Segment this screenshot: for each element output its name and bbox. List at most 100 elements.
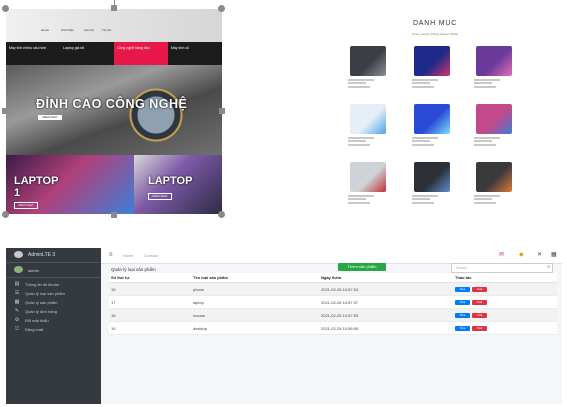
laptop-banner-button[interactable]: XEM NGAY xyxy=(148,193,172,200)
search-input[interactable]: Search ⌕ xyxy=(451,263,553,273)
sidebar-brand[interactable]: AdminLTE 3 xyxy=(6,248,101,263)
product-image[interactable] xyxy=(476,162,512,192)
product-image[interactable] xyxy=(350,162,386,192)
sidebar-item-categories[interactable]: ☰ Quản lý loại sản phẩm xyxy=(10,290,100,298)
laptop-banner-button[interactable]: XEM NGAY xyxy=(14,202,38,209)
sidebar-item-products[interactable]: ▦ Quản lý sản phẩm xyxy=(10,299,100,307)
laptop-banner-title: LAPTOP xyxy=(148,175,193,187)
row-date: 2021-02-28 10:58:06 xyxy=(319,321,453,335)
edit-button[interactable]: Sửa xyxy=(455,326,470,331)
sidebar-item-label: Thông tin tài khoản xyxy=(25,282,60,287)
nav-link-contact[interactable]: Contact xyxy=(144,253,158,258)
product-text-line xyxy=(348,198,366,200)
resize-handle[interactable] xyxy=(219,108,225,114)
bell-icon[interactable]: ◆ xyxy=(519,251,524,258)
product-card[interactable] xyxy=(464,104,524,152)
product-card[interactable] xyxy=(338,46,398,94)
column-header[interactable]: Tên loại sản phẩm xyxy=(191,273,319,283)
category-table: Số thứ tự Tên loại sản phẩm Ngày thêm Th… xyxy=(109,273,557,335)
search-icon[interactable]: ⌕ xyxy=(547,264,550,270)
site-nav-cell[interactable]: Laptop giá tốt xyxy=(60,42,114,65)
sidebar-item-logout[interactable]: ⎋ Đăng xuất xyxy=(10,326,100,334)
resize-handle[interactable] xyxy=(2,5,9,12)
product-card[interactable] xyxy=(338,104,398,152)
edit-button[interactable]: Sửa xyxy=(455,313,470,318)
delete-button[interactable]: Xoá xyxy=(472,287,487,292)
sidebar-user[interactable]: admin xyxy=(6,263,101,278)
nav-link-home[interactable]: Home xyxy=(123,253,134,258)
add-product-button[interactable]: Thêm sản phẩm xyxy=(338,263,386,271)
sidebar-item-change-password[interactable]: ⚙ Đổi mật khẩu xyxy=(10,317,100,325)
row-id: 18 xyxy=(109,308,191,322)
site-nav-cell[interactable]: Máy tính nhiều cấu hình xyxy=(6,42,60,65)
edit-button[interactable]: Sửa xyxy=(455,300,470,305)
row-name: desktop xyxy=(191,321,319,335)
hero-button[interactable]: XEM NGAY xyxy=(38,115,62,120)
site-menu-item[interactable]: Giới thiệu xyxy=(61,28,74,32)
product-text-line xyxy=(412,86,434,88)
product-text-line xyxy=(348,140,366,142)
product-card[interactable] xyxy=(402,162,462,210)
delete-button[interactable]: Xoá xyxy=(472,313,487,318)
resize-handle[interactable] xyxy=(218,5,225,12)
delete-button[interactable]: Xoá xyxy=(472,300,487,305)
avatar xyxy=(14,266,23,273)
product-image[interactable] xyxy=(414,104,450,134)
table-row: 15 phone 2021-02-28 10:57:24 Sửa Xoá xyxy=(109,282,557,296)
product-image[interactable] xyxy=(476,104,512,134)
admin-panel: AdminLTE 3 admin ▤ Thông tin tài khoản ☰… xyxy=(6,248,562,404)
product-image[interactable] xyxy=(350,104,386,134)
resize-handle[interactable] xyxy=(111,212,117,218)
rotate-handle[interactable] xyxy=(114,0,115,6)
product-image[interactable] xyxy=(414,162,450,192)
menu-toggle-icon[interactable]: ≡ xyxy=(109,252,113,258)
row-name: phone xyxy=(191,282,319,296)
laptop-banner-2: LAPTOP XEM NGAY xyxy=(134,155,222,214)
resize-handle[interactable] xyxy=(2,108,8,114)
site-header: Home Giới thiệu Liên hệ Tin tức xyxy=(6,9,222,42)
product-image[interactable] xyxy=(350,46,386,76)
website-screenshot: Home Giới thiệu Liên hệ Tin tức Máy tính… xyxy=(6,9,222,214)
product-image[interactable] xyxy=(476,46,512,76)
product-text-line xyxy=(474,137,500,139)
product-card[interactable] xyxy=(338,162,398,210)
product-card[interactable] xyxy=(464,162,524,210)
product-card[interactable] xyxy=(464,46,524,94)
page-title: Quản lý loại sản phẩm xyxy=(111,267,156,272)
grid-menu-icon[interactable]: ▦ xyxy=(551,251,557,258)
product-card[interactable] xyxy=(402,46,462,94)
top-navbar: ≡ Home Contact ✉ ◆ ✕ ▦ xyxy=(101,248,562,264)
sidebar-item-orders[interactable]: ✎ Quản lý đơn hàng xyxy=(10,308,100,316)
delete-button[interactable]: Xoá xyxy=(472,326,487,331)
row-actions: Sửa Xoá xyxy=(453,282,557,296)
site-menu-item[interactable]: Tin tức xyxy=(102,28,111,32)
flag-icon[interactable]: ✉ xyxy=(499,251,504,258)
gear-icon: ⚙ xyxy=(14,317,20,323)
product-image[interactable] xyxy=(414,46,450,76)
product-text-line xyxy=(412,195,438,197)
sidebar-item-account[interactable]: ▤ Thông tin tài khoản xyxy=(10,281,100,289)
table-row: 17 laptop 2021-02-28 10:57:37 Sửa Xoá xyxy=(109,295,557,309)
catalog-subnav[interactable]: Home Laptop Phone Mouse Tablet xyxy=(330,32,540,36)
grid-icon: ▦ xyxy=(14,299,20,305)
row-actions: Sửa Xoá xyxy=(453,308,557,322)
expand-icon[interactable]: ✕ xyxy=(537,251,542,258)
product-text-line xyxy=(474,140,492,142)
hero-title: ĐỈNH CAO CÔNG NGHỆ xyxy=(36,97,188,111)
product-text-line xyxy=(348,202,370,204)
product-card[interactable] xyxy=(402,104,462,152)
site-nav-cell[interactable]: Máy tính cũ xyxy=(168,42,222,65)
site-nav-cell[interactable]: Công nghệ hàng đầu xyxy=(114,42,168,65)
resize-handle[interactable] xyxy=(218,211,225,218)
column-header[interactable]: Ngày thêm xyxy=(319,273,453,283)
row-name: laptop xyxy=(191,295,319,309)
edit-button[interactable]: Sửa xyxy=(455,287,470,292)
id-card-icon: ▤ xyxy=(14,281,20,287)
resize-handle[interactable] xyxy=(2,211,9,218)
row-name: mouse xyxy=(191,308,319,322)
product-text-line xyxy=(412,79,438,81)
column-header[interactable]: Số thứ tự xyxy=(109,273,191,283)
site-menu-item[interactable]: Home xyxy=(41,28,49,32)
site-menu-item[interactable]: Liên hệ xyxy=(84,28,94,32)
product-text-line xyxy=(412,140,430,142)
